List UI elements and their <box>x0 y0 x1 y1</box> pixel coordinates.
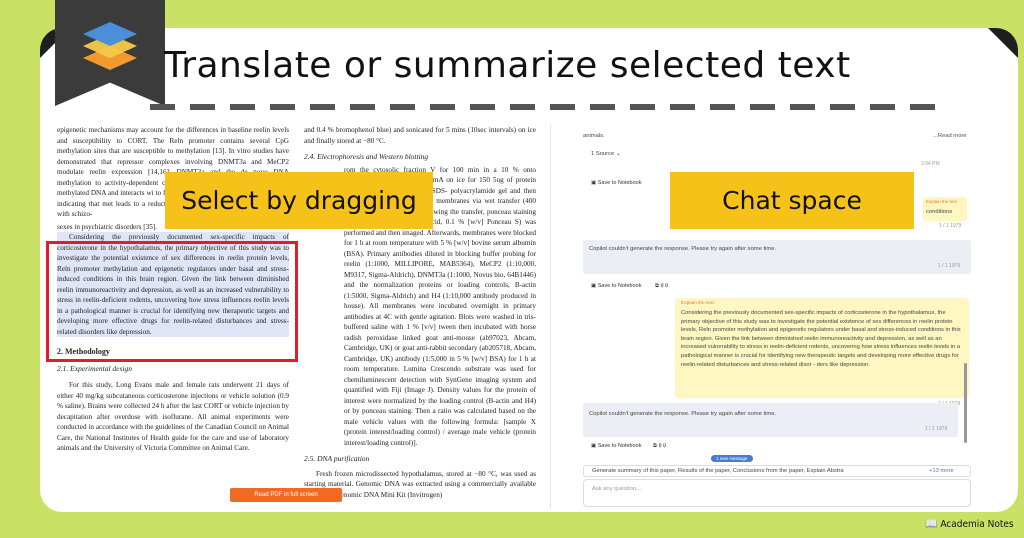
explain-body: Considering the previously documented se… <box>681 310 961 368</box>
message-count: 1 / 1 <box>925 426 935 432</box>
read-more-link[interactable]: ...Read more <box>933 133 967 139</box>
paragraph: and 0.4 % bromophenol blue) and sonicate… <box>304 126 536 145</box>
save-to-notebook-button[interactable]: ▣ Save to Notebook ⧉ ⇧ ⇩ <box>591 283 668 290</box>
chat-space-label: Chat space <box>670 172 914 229</box>
explain-keyword: conditions <box>926 209 953 215</box>
notebook-icon: ▣ <box>591 443 597 449</box>
error-text: Copilot couldn't generate the response. … <box>589 246 777 252</box>
select-by-dragging-label: Select by dragging <box>165 172 433 229</box>
dashed-divider <box>150 104 935 110</box>
question-input-placeholder: Ask any question... <box>592 486 641 492</box>
suggestion-text: Generate summary of this paper, Results … <box>592 468 844 474</box>
chat-snippet: animals. <box>583 133 605 139</box>
message-count: 1 / 1 <box>938 263 948 269</box>
source-dropdown[interactable]: 1 Source ⌄ <box>591 151 621 157</box>
selection-highlight-box <box>46 241 298 362</box>
error-text: Copilot couldn't generate the response. … <box>589 411 777 417</box>
explain-label: Explain the text <box>681 301 714 306</box>
message-page: 1979 <box>949 263 961 269</box>
save-to-notebook-button[interactable]: ▣ Save to Notebook <box>591 180 641 186</box>
copy-icon[interactable]: ⧉ <box>655 283 659 289</box>
notebook-icon: ▣ <box>591 180 597 186</box>
save-label: Save to Notebook <box>597 180 642 186</box>
more-suggestions-link[interactable]: +13 more <box>929 468 954 474</box>
notebook-icon: ▣ <box>591 283 597 289</box>
error-message: Copilot couldn't generate the response. … <box>583 403 958 437</box>
chevron-down-icon: ⌄ <box>615 151 621 157</box>
explain-label: Explain the text <box>926 199 957 204</box>
page-title: Translate or summarize selected text <box>164 45 851 86</box>
save-label: Save to Notebook <box>597 443 642 449</box>
panel-divider <box>550 125 551 508</box>
message-meta: 1 / 1 1979 <box>939 223 961 229</box>
explain-request-bubble: Explain the text Considering the previou… <box>675 298 969 398</box>
brand-footer: 📖 Academia Notes <box>925 519 1014 530</box>
source-label: 1 Source <box>591 151 615 157</box>
subsection-heading: 2.4. Electrophoresis and Western blottin… <box>304 152 429 161</box>
paragraph: For this study, Long Evans male and fema… <box>57 381 289 452</box>
error-message: Copilot couldn't generate the response. … <box>583 240 971 274</box>
save-label: Save to Notebook <box>597 283 642 289</box>
open-book-icon: 📖 <box>925 519 938 530</box>
thumbs-up-icon[interactable]: ⇧ <box>660 283 663 289</box>
brand-name: Academia Notes <box>940 519 1014 530</box>
new-message-pill[interactable]: 1 new message <box>711 455 753 462</box>
message-page: 1979 <box>950 223 962 229</box>
thumbs-up-icon[interactable]: ⇧ <box>658 443 661 449</box>
subsection-heading: 2.5. DNA purification <box>304 454 370 463</box>
corner-decoration <box>988 28 1018 58</box>
thumbs-down-icon[interactable]: ⇩ <box>665 283 668 289</box>
read-pdf-fullscreen-button[interactable]: Read PDF in full screen <box>230 488 342 502</box>
copy-icon[interactable]: ⧉ <box>653 443 657 449</box>
save-to-notebook-button[interactable]: ▣ Save to Notebook ⧉ ⇧ ⇩ <box>591 443 666 450</box>
chat-scrollbar[interactable] <box>964 363 967 443</box>
thumbs-down-icon[interactable]: ⇩ <box>663 443 666 449</box>
message-meta: 1 / 1 1979 <box>925 426 947 432</box>
message-count: 1 / 1 <box>939 223 949 229</box>
question-input-box[interactable]: Ask any question... <box>583 479 971 507</box>
suggestion-bar[interactable]: Generate summary of this paper, Results … <box>583 465 971 477</box>
timestamp: 2:04 PM <box>921 161 940 167</box>
message-page: 1979 <box>936 426 948 432</box>
explain-request-bubble: Explain the text conditions <box>923 197 967 221</box>
message-meta: 1 / 1 1979 <box>938 263 960 269</box>
subsection-heading: 2.1. Experimental design <box>57 363 132 373</box>
